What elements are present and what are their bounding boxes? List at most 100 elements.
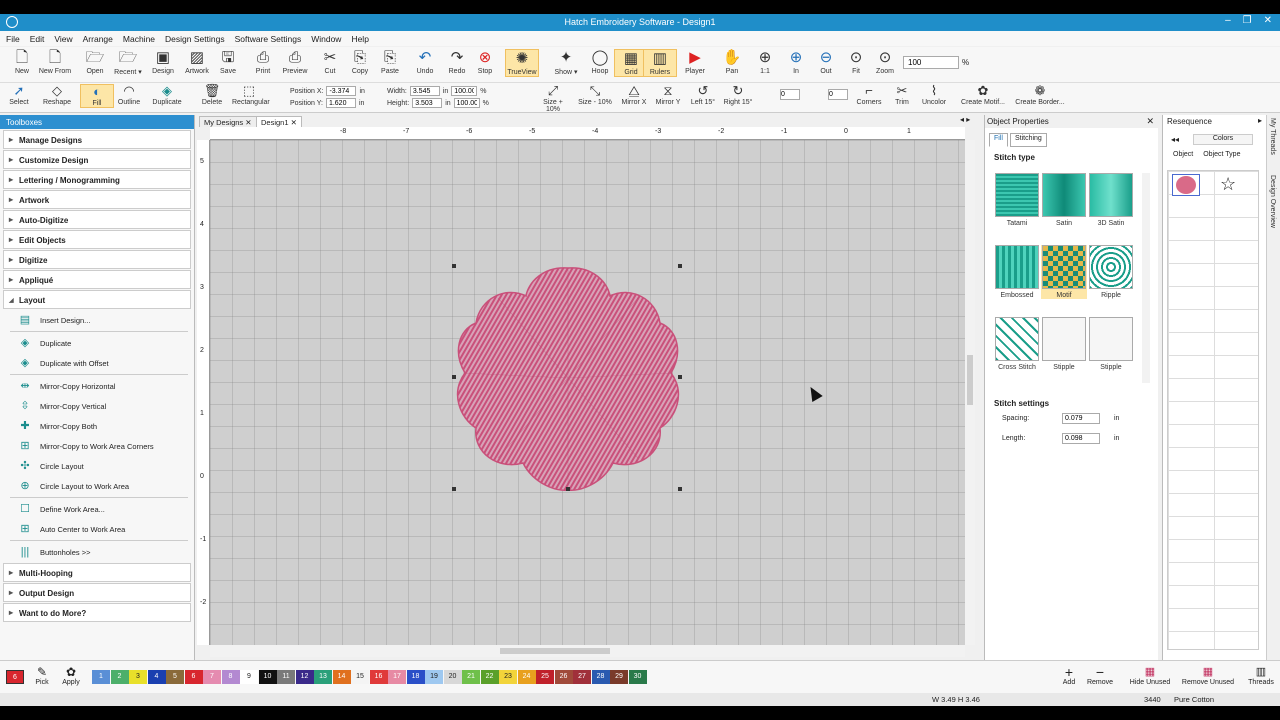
toolbar-preview-button[interactable]: ⎙ Preview: [278, 49, 312, 75]
tab-my-designs[interactable]: My Designs ✕: [199, 116, 257, 127]
toolbar-recent-button[interactable]: 🗁 Recent ▾: [111, 49, 145, 76]
stitch-type-motif[interactable]: Motif: [1041, 245, 1087, 299]
palette-color-3[interactable]: 3: [129, 670, 147, 684]
palette-color-13[interactable]: 13: [314, 670, 332, 684]
toolbox-section-want-to-do-more-[interactable]: Want to do More?: [3, 603, 191, 622]
toolbar-undo-button[interactable]: ↶ Undo: [408, 49, 442, 75]
minimize-button[interactable]: –: [1225, 15, 1231, 26]
toolbox-section-appliqu-[interactable]: Appliqué: [3, 270, 191, 289]
rotate-angle-input[interactable]: [780, 89, 800, 100]
toolbox-section-digitize[interactable]: Digitize: [3, 250, 191, 269]
palette-color-6[interactable]: 6: [6, 670, 24, 684]
layout-item-insert-design[interactable]: ▤ Insert Design...: [17, 310, 194, 330]
menu-help[interactable]: Help: [351, 34, 368, 44]
menu-window[interactable]: Window: [311, 34, 341, 44]
toolbox-section-multi-hooping[interactable]: Multi-Hooping: [3, 563, 191, 582]
palette-color-10[interactable]: 10: [258, 670, 277, 684]
palette-color-6[interactable]: 6: [184, 670, 203, 684]
edit-create-border-button[interactable]: ❁ Create Border...: [1012, 84, 1068, 107]
tab-fill[interactable]: Fill: [989, 133, 1008, 147]
palette-color-23[interactable]: 23: [499, 670, 517, 684]
palette-color-7[interactable]: 7: [203, 670, 221, 684]
edit-size-plus-button[interactable]: ⤢ Size + 10%: [536, 84, 570, 114]
collapse-icon[interactable]: ◂◂: [1171, 135, 1179, 144]
toolbar-rulers-button[interactable]: ▥ Rulers: [643, 49, 677, 77]
palette-color-16[interactable]: 16: [369, 670, 388, 684]
stitch-type-stipple[interactable]: Stipple: [1088, 317, 1134, 371]
flower-design[interactable]: [456, 267, 680, 491]
palette-color-25[interactable]: 25: [536, 670, 554, 684]
close-tab-icon[interactable]: ✕: [291, 118, 297, 127]
toolbar-zoom-1to1-button[interactable]: ⊕ 1:1: [748, 49, 782, 75]
palette-color-11[interactable]: 11: [277, 670, 295, 684]
vertical-scroll-thumb[interactable]: [967, 355, 973, 405]
toolbox-section-edit-objects[interactable]: Edit Objects: [3, 230, 191, 249]
toolbox-section-auto-digitize[interactable]: Auto-Digitize: [3, 210, 191, 229]
palette-color-22[interactable]: 22: [480, 670, 499, 684]
toolbox-section-artwork[interactable]: Artwork: [3, 190, 191, 209]
palette-color-30[interactable]: 30: [628, 670, 647, 684]
toolbar-design-button[interactable]: ▣ Design: [146, 49, 180, 75]
edit-create-motif-button[interactable]: ✿ Create Motif...: [955, 84, 1011, 107]
add-thread-button[interactable]: + Add: [1058, 665, 1080, 686]
toolbar-new-from-button[interactable]: 🗋 New From: [38, 49, 72, 75]
edit-trim-button[interactable]: ✂ Trim: [885, 84, 919, 107]
menu-arrange[interactable]: Arrange: [83, 34, 113, 44]
stitch-type-cross-stitch[interactable]: Cross Stitch: [994, 317, 1040, 371]
menu-software-settings[interactable]: Software Settings: [235, 34, 302, 44]
toolbox-section-customize-design[interactable]: Customize Design: [3, 150, 191, 169]
stitch-type-3d-satin[interactable]: 3D Satin: [1088, 173, 1134, 227]
close-panel-icon[interactable]: ✕: [1146, 116, 1154, 127]
hide-unused-button[interactable]: ▦ Hide Unused: [1125, 665, 1175, 686]
edit-mirror-x-button[interactable]: ⧋ Mirror X: [617, 84, 651, 107]
edit-outline-button[interactable]: ◠ Outline: [112, 84, 146, 107]
stitch-type-embossed[interactable]: Embossed: [994, 245, 1040, 299]
toolbar-zoom-button[interactable]: ⊙ Zoom: [868, 49, 902, 75]
palette-color-17[interactable]: 17: [388, 670, 406, 684]
width-input[interactable]: [409, 86, 440, 96]
edit-fill-button[interactable]: ◐ Fill: [80, 84, 114, 108]
edit-mirror-y-button[interactable]: ⧖ Mirror Y: [651, 84, 685, 107]
stitch-type-stipple[interactable]: Stipple: [1041, 317, 1087, 371]
palette-color-18[interactable]: 18: [406, 670, 425, 684]
palette-color-9[interactable]: 9: [240, 670, 258, 684]
palette-color-4[interactable]: 4: [147, 670, 166, 684]
zoom-select[interactable]: [903, 56, 959, 69]
pick-button[interactable]: ✎ Pick: [33, 665, 51, 686]
palette-color-2[interactable]: 2: [110, 670, 129, 684]
height-input[interactable]: [412, 98, 443, 108]
remove-thread-button[interactable]: − Remove: [1085, 665, 1115, 686]
layout-item-buttonholes[interactable]: ||| Buttonholes >>: [17, 542, 194, 562]
edit-select-arrow-button[interactable]: ➚ Select: [2, 84, 36, 107]
menu-machine[interactable]: Machine: [123, 34, 155, 44]
layout-item-mirror-copy-corners[interactable]: ⊞ Mirror-Copy to Work Area Corners: [17, 436, 194, 456]
palette-color-8[interactable]: 8: [221, 670, 240, 684]
menu-design-settings[interactable]: Design Settings: [165, 34, 225, 44]
menu-edit[interactable]: Edit: [30, 34, 45, 44]
toolbar-trueview-button[interactable]: ✺ TrueView: [505, 49, 539, 77]
palette-color-21[interactable]: 21: [462, 670, 480, 684]
toolbar-zoom-out-button[interactable]: ⊖ Out: [809, 49, 843, 75]
position-x-input[interactable]: [326, 86, 357, 96]
edit-reshape-button[interactable]: ◇ Reshape: [40, 84, 74, 107]
palette-color-15[interactable]: 15: [351, 670, 369, 684]
palette-color-28[interactable]: 28: [591, 670, 610, 684]
toolbar-open-folder-button[interactable]: 🗁 Open: [78, 49, 112, 75]
maximize-button[interactable]: ❐: [1243, 15, 1252, 26]
palette-color-27[interactable]: 27: [573, 670, 591, 684]
menu-view[interactable]: View: [54, 34, 72, 44]
tab-design1[interactable]: Design1 ✕: [256, 116, 302, 127]
horizontal-scroll-thumb[interactable]: [500, 648, 610, 654]
edit-rotate-right-button[interactable]: ↻ Right 15°: [721, 84, 755, 107]
stitch-type-satin[interactable]: Satin: [1041, 173, 1087, 227]
toolbar-new-file-button[interactable]: 🗋 New: [5, 49, 39, 75]
stitch-type-ripple[interactable]: Ripple: [1088, 245, 1134, 299]
close-button[interactable]: ✕: [1264, 15, 1272, 26]
edit-rotate-left-button[interactable]: ↺ Left 15°: [686, 84, 720, 107]
colors-button[interactable]: Colors: [1193, 134, 1253, 145]
length-input[interactable]: [1062, 433, 1100, 444]
design-canvas[interactable]: [210, 140, 965, 645]
remove-unused-button[interactable]: ▦ Remove Unused: [1178, 665, 1238, 686]
toolbar-zoom-in-button[interactable]: ⊕ In: [779, 49, 813, 75]
height-percent-input[interactable]: [453, 98, 480, 108]
